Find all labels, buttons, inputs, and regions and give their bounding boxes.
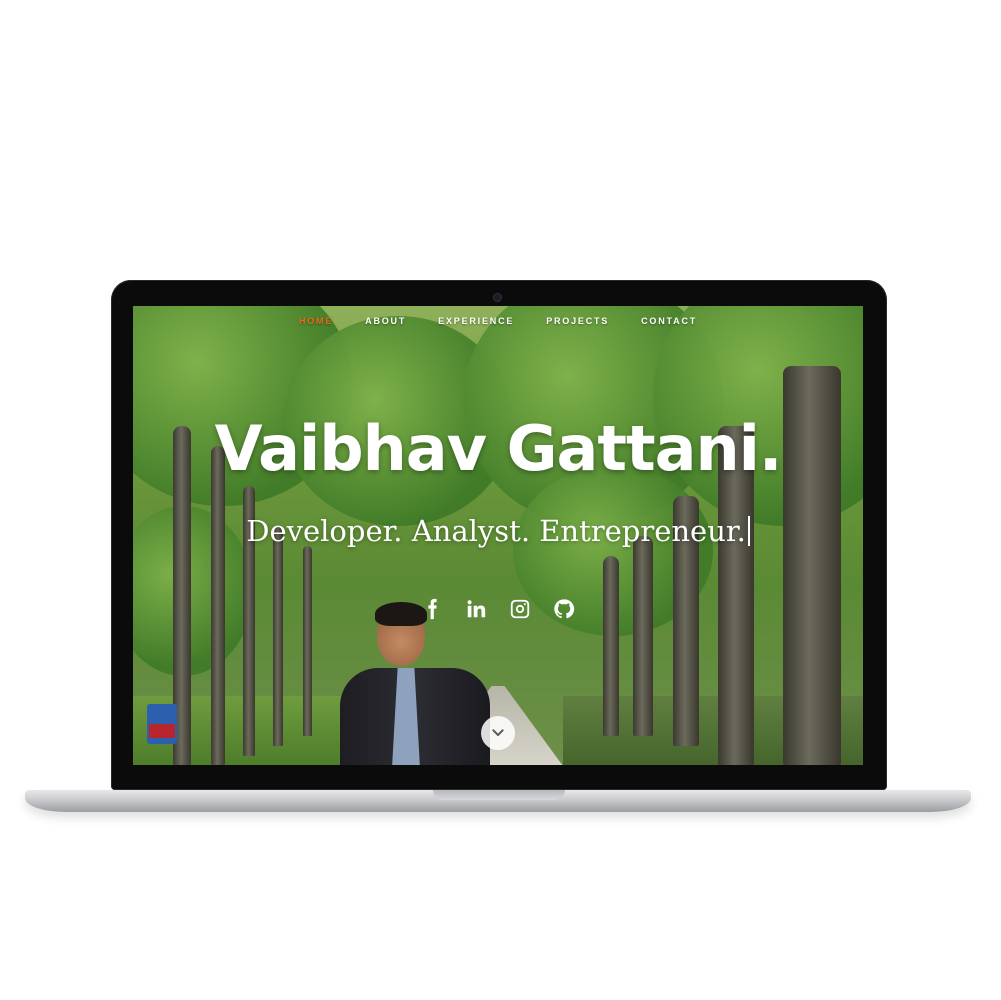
nav-about[interactable]: ABOUT [349, 314, 422, 328]
laptop-screen: HOME ABOUT EXPERIENCE PROJECTS CONTACT V… [133, 306, 863, 765]
hero-tagline: Developer. Analyst. Entrepreneur. [246, 514, 746, 548]
linkedin-icon[interactable] [465, 598, 487, 620]
typing-cursor [747, 516, 750, 546]
nav-contact[interactable]: CONTACT [625, 314, 713, 328]
github-icon[interactable] [553, 598, 575, 620]
instagram-icon[interactable] [509, 598, 531, 620]
mockup-stage: HOME ABOUT EXPERIENCE PROJECTS CONTACT V… [0, 0, 1001, 1000]
tree-trunk [303, 546, 312, 736]
nav-home[interactable]: HOME [283, 314, 349, 328]
tree-trunk [273, 526, 283, 746]
scroll-down-button[interactable] [481, 716, 515, 750]
social-links [133, 598, 863, 620]
tree-trunk [633, 536, 653, 736]
facebook-icon[interactable] [421, 598, 443, 620]
laptop-notch [433, 790, 565, 800]
kiosk [147, 704, 177, 744]
tree-trunk [603, 556, 619, 736]
nav-projects[interactable]: PROJECTS [530, 314, 625, 328]
main-nav: HOME ABOUT EXPERIENCE PROJECTS CONTACT [133, 314, 863, 328]
hero-name: Vaibhav Gattani. [214, 412, 783, 485]
hero-tagline-container: Developer. Analyst. Entrepreneur. [133, 514, 863, 548]
nav-experience[interactable]: EXPERIENCE [422, 314, 530, 328]
profile-photo [340, 602, 490, 765]
camera [494, 294, 501, 301]
chevron-down-icon [492, 729, 504, 736]
